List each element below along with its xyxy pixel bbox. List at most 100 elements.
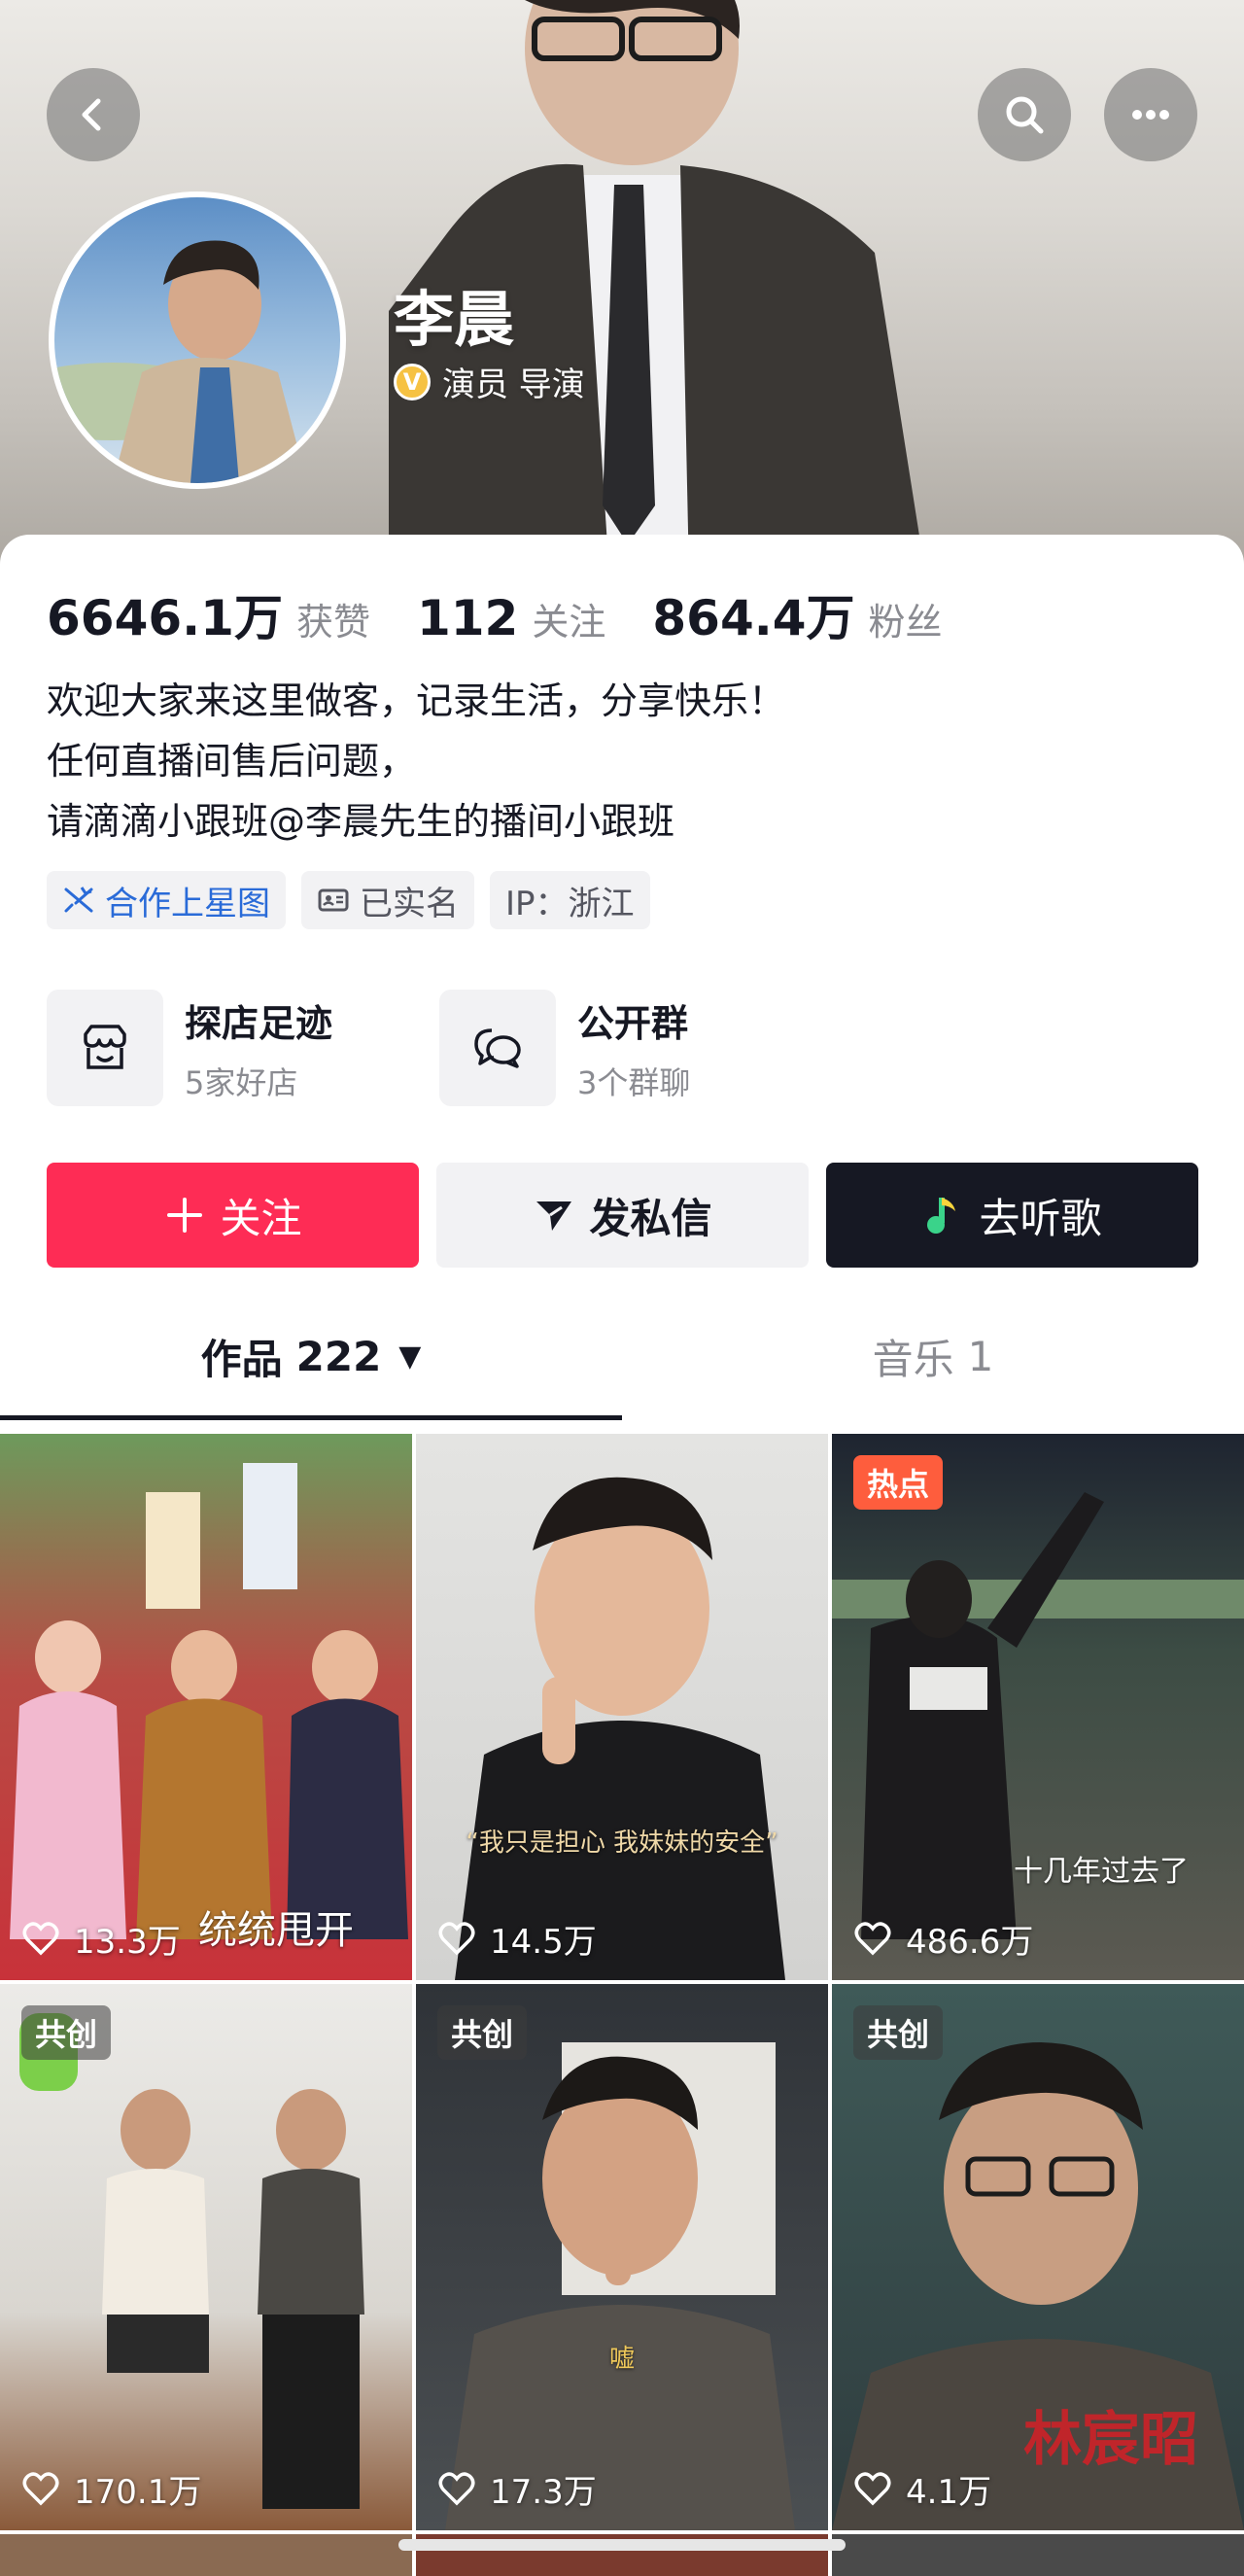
video-thumbnail: [19, 2013, 364, 2509]
video-tile[interactable]: “我只是担心 我妹妹的安全” 14.5万: [416, 1434, 828, 1980]
tab-music-count: 1: [967, 1332, 994, 1380]
avatar[interactable]: [49, 191, 346, 489]
video-likes: 170.1万: [21, 2465, 201, 2513]
co-create-badge: 共创: [853, 2005, 944, 2060]
tag-label: 合作上星图: [105, 884, 270, 923]
message-button[interactable]: 发私信: [436, 1163, 809, 1268]
video-caption: “我只是担心 我妹妹的安全”: [466, 1828, 778, 1858]
action-buttons: 关注 发私信 去听歌: [47, 1163, 1198, 1268]
shortcut-title: 公开群: [577, 1001, 689, 1045]
tab-music[interactable]: 音乐 1: [622, 1293, 1244, 1419]
video-tile[interactable]: 共创 林宸昭 4.1万: [832, 1984, 1244, 2530]
tab-works-count: 222: [295, 1332, 382, 1380]
shop-icon: [84, 1025, 126, 1069]
more-button[interactable]: [1104, 68, 1197, 161]
home-indicator[interactable]: [398, 2539, 846, 2551]
tab-music-label: 音乐: [872, 1335, 954, 1383]
tab-works[interactable]: 作品 222 ▼: [0, 1293, 622, 1419]
tag-row: 合作上星图 已实名 IP：浙江: [47, 871, 650, 929]
shop-visits-shortcut[interactable]: 探店足迹 5家好店: [47, 990, 332, 1106]
co-create-badge: 共创: [21, 2005, 112, 2060]
video-likes: 17.3万: [437, 2465, 597, 2513]
search-button[interactable]: [978, 68, 1071, 161]
avatar-image: [54, 240, 307, 483]
tag-label: IP：浙江: [505, 884, 635, 923]
hot-badge: 热点: [853, 1455, 944, 1510]
heart-icon: [854, 1921, 891, 1955]
shortcut-icon-box: [439, 990, 556, 1106]
plus-icon: [167, 1198, 203, 1233]
follow-label: 关注: [220, 1194, 302, 1242]
video-likes-count: 4.1万: [906, 2473, 992, 2512]
heart-icon: [22, 1921, 59, 1955]
star-map-icon: [64, 887, 93, 913]
heart-icon: [438, 1921, 475, 1955]
video-caption: 十几年过去了: [1014, 1855, 1189, 1889]
follow-button[interactable]: 关注: [47, 1163, 419, 1268]
back-button[interactable]: [47, 68, 140, 161]
following-count[interactable]: 112: [417, 590, 518, 646]
video-likes-count: 14.5万: [490, 1923, 597, 1962]
shortcut-subtitle: 5家好店: [185, 1063, 298, 1101]
followers-count[interactable]: 864.4万: [652, 579, 854, 649]
stats-row: 6646.1万 获赞 112 关注 864.4万 粉丝: [47, 579, 989, 649]
verified-badge-icon: V: [394, 363, 431, 400]
verification-row: V 演员 导演: [394, 358, 585, 405]
video-tile[interactable]: 统统甩开 13.3万: [0, 1434, 412, 1980]
bio-line: 欢迎大家来这里做客，记录生活，分享快乐！: [47, 679, 786, 722]
heart-icon: [854, 2471, 891, 2505]
video-likes-count: 170.1万: [74, 2473, 202, 2512]
video-tile[interactable]: [832, 2534, 1244, 2576]
tag-star-map[interactable]: 合作上星图: [47, 871, 286, 929]
following-label: 关注: [532, 601, 606, 644]
content-tabs: 作品 222 ▼ 音乐 1: [0, 1293, 1244, 1420]
tag-real-name[interactable]: 已实名: [301, 871, 474, 929]
tag-label: 已实名: [360, 884, 459, 923]
message-label: 发私信: [589, 1194, 712, 1242]
bio-line: 任何直播间售后问题，: [47, 740, 417, 783]
video-likes: 14.5万: [437, 1915, 597, 1963]
video-likes-count: 486.6万: [906, 1923, 1034, 1962]
heart-icon: [438, 2471, 475, 2505]
tag-ip-location: IP：浙江: [490, 871, 650, 929]
video-tile[interactable]: 共创 170.1万: [0, 1984, 412, 2530]
likes-count[interactable]: 6646.1万: [47, 579, 283, 649]
heart-icon: [22, 2471, 59, 2505]
chat-bubbles-icon: [474, 1028, 521, 1068]
video-thumbnail: [455, 1477, 785, 1980]
video-likes: 13.3万: [21, 1915, 181, 1963]
video-tile[interactable]: 热点 十几年过去了 486.6万: [832, 1434, 1244, 1980]
listen-music-button[interactable]: 去听歌: [826, 1163, 1198, 1268]
active-tab-indicator: [0, 1415, 622, 1420]
video-caption: 嘘: [608, 2345, 635, 2374]
shortcut-subtitle: 3个群聊: [577, 1063, 691, 1101]
bio: 欢迎大家来这里做客，记录生活，分享快乐！ 任何直播间售后问题， 请滴滴小跟班@李…: [47, 671, 785, 852]
music-note-icon: [927, 1198, 956, 1234]
video-tile[interactable]: 共创 嘘 17.3万: [416, 1984, 828, 2530]
profile-cover: 李晨 V 演员 导演: [0, 0, 1244, 583]
music-label: 去听歌: [979, 1194, 1102, 1242]
video-likes: 4.1万: [853, 2465, 991, 2513]
profile-name: 李晨: [394, 284, 515, 355]
video-likes-count: 13.3万: [74, 1923, 181, 1962]
tab-works-label: 作品: [200, 1335, 283, 1383]
bio-line[interactable]: 请滴滴小跟班@李晨先生的播间小跟班: [47, 791, 785, 852]
send-message-icon: [536, 1201, 572, 1231]
more-dots-icon: [1132, 110, 1169, 120]
video-likes: 486.6万: [853, 1915, 1033, 1963]
caret-down-icon[interactable]: ▼: [398, 1340, 421, 1374]
video-caption: 林宸昭: [1023, 2406, 1198, 2474]
co-create-badge: 共创: [437, 2005, 528, 2060]
id-card-icon: [318, 888, 349, 912]
verification-text: 演员 导演: [442, 366, 585, 404]
video-thumbnail: [445, 2042, 795, 2530]
video-tile[interactable]: [0, 2534, 412, 2576]
shortcut-icon-box: [47, 990, 163, 1106]
chevron-left-icon: [82, 98, 101, 131]
public-group-shortcut[interactable]: 公开群 3个群聊: [439, 990, 690, 1106]
likes-label: 获赞: [295, 601, 370, 644]
video-likes-count: 17.3万: [490, 2473, 597, 2512]
video-thumbnail: [832, 1492, 1244, 1939]
search-icon: [1006, 96, 1044, 134]
followers-label: 粉丝: [868, 601, 943, 644]
